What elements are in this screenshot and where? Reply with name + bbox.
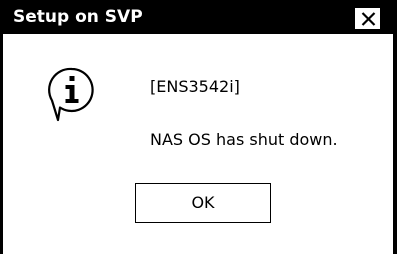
information-icon xyxy=(48,67,94,122)
ok-button[interactable]: OK xyxy=(135,183,271,223)
title-bar: Setup on SVP xyxy=(3,0,393,34)
message-code: [ENS3542i] xyxy=(150,77,240,96)
close-button[interactable] xyxy=(354,7,381,30)
message-dialog: Setup on SVP [ENS3542i] NAS OS has shut … xyxy=(0,0,397,254)
close-x-icon xyxy=(361,12,376,26)
window-title: Setup on SVP xyxy=(13,7,143,27)
message-text: NAS OS has shut down. xyxy=(150,130,338,149)
